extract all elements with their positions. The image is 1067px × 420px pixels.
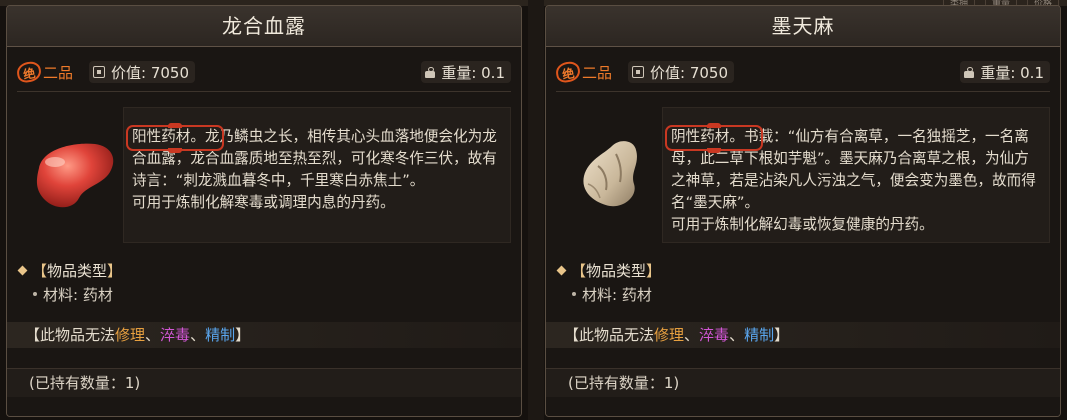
diamond-bullet-icon: [17, 265, 28, 276]
item-info-bar: 绝 二品 价值: 7050 重量: 0.1: [554, 58, 1050, 86]
price-value: 价值: 7050: [650, 63, 728, 82]
owned-count: (已持有数量：1): [546, 368, 1060, 397]
tag-frame: [665, 123, 763, 153]
dot-bullet-icon: [572, 291, 576, 296]
diamond-bullet-icon: [556, 265, 567, 276]
restriction-notice: 【此物品无法修理、淬毒、精制】: [546, 322, 1060, 348]
item-type-label: 物品类型: [47, 262, 108, 280]
item-type-header: 【物品类型】: [556, 260, 661, 281]
material-line: 材料: 药材: [33, 284, 113, 305]
grade-label: 二品: [43, 63, 74, 82]
item-grade: 绝 二品: [15, 60, 74, 84]
item-tooltip-card: 龙合血露 绝 二品 价值: 7050 重量: 0.1 阳性药材。龙乃鳞虫之长，相: [6, 5, 522, 417]
item-title: 墨天麻: [546, 6, 1060, 47]
item-type-label: 物品类型: [586, 262, 647, 280]
restrict-refine: 精制: [205, 326, 236, 344]
divider: [556, 91, 1050, 92]
restrict-poison: 淬毒: [160, 326, 191, 344]
item-grade: 绝 二品: [554, 60, 613, 84]
weight-box: 重量: 0.1: [960, 61, 1050, 83]
owned-count: (已持有数量：1): [7, 368, 521, 397]
tag-frame: [126, 123, 224, 153]
coin-icon: [632, 66, 644, 78]
material-value: 药材: [82, 286, 113, 304]
restriction-notice: 【此物品无法修理、淬毒、精制】: [7, 322, 521, 348]
item-tooltip-card: 墨天麻 绝 二品 价值: 7050 重量: 0.1 阴性药材。书载：“仙方有合离…: [545, 5, 1061, 417]
restrict-poison: 淬毒: [699, 326, 730, 344]
item-description: 阴性药材。书载：“仙方有合离草，一名独摇芝，一名离母，此二草下根如芋魁”。墨天麻…: [662, 107, 1050, 243]
coin-icon: [93, 66, 105, 78]
weight-value: 重量: 0.1: [980, 63, 1044, 82]
material-value: 药材: [621, 286, 652, 304]
restrict-repair: 修理: [115, 326, 146, 344]
price-box: 价值: 7050: [89, 61, 195, 83]
item-description: 阳性药材。龙乃鳞虫之长，相传其心头血落地便会化为龙合血露，龙合血露质地至热至烈，…: [123, 107, 511, 243]
item-title: 龙合血露: [7, 6, 521, 47]
material-line: 材料: 药材: [572, 284, 652, 305]
item-info-bar: 绝 二品 价值: 7050 重量: 0.1: [15, 58, 511, 86]
restriction-suffix: 】: [235, 326, 251, 344]
blood-dew-icon: [36, 143, 114, 208]
item-type-header: 【物品类型】: [17, 260, 122, 281]
weight-icon: [425, 66, 436, 78]
price-value: 价值: 7050: [111, 63, 189, 82]
restriction-prefix: 【此物品无法: [25, 326, 116, 344]
grade-label: 二品: [582, 63, 613, 82]
weight-value: 重量: 0.1: [441, 63, 505, 82]
weight-box: 重量: 0.1: [421, 61, 511, 83]
price-box: 价值: 7050: [628, 61, 734, 83]
material-label: 材料:: [582, 286, 618, 304]
grade-badge-icon: 绝: [15, 60, 43, 84]
restrict-repair: 修理: [654, 326, 685, 344]
usage-text: 可用于炼制化解寒毒或调理内息的丹药。: [132, 194, 395, 211]
restriction-suffix: 】: [774, 326, 790, 344]
grade-badge-icon: 绝: [554, 60, 582, 84]
material-label: 材料:: [43, 286, 79, 304]
dot-bullet-icon: [33, 291, 37, 296]
usage-text: 可用于炼制化解幻毒或恢复健康的丹药。: [671, 216, 934, 233]
restrict-refine: 精制: [744, 326, 775, 344]
tianma-root-icon: [583, 141, 637, 207]
weight-icon: [964, 66, 975, 78]
divider: [17, 91, 511, 92]
restriction-prefix: 【此物品无法: [564, 326, 655, 344]
